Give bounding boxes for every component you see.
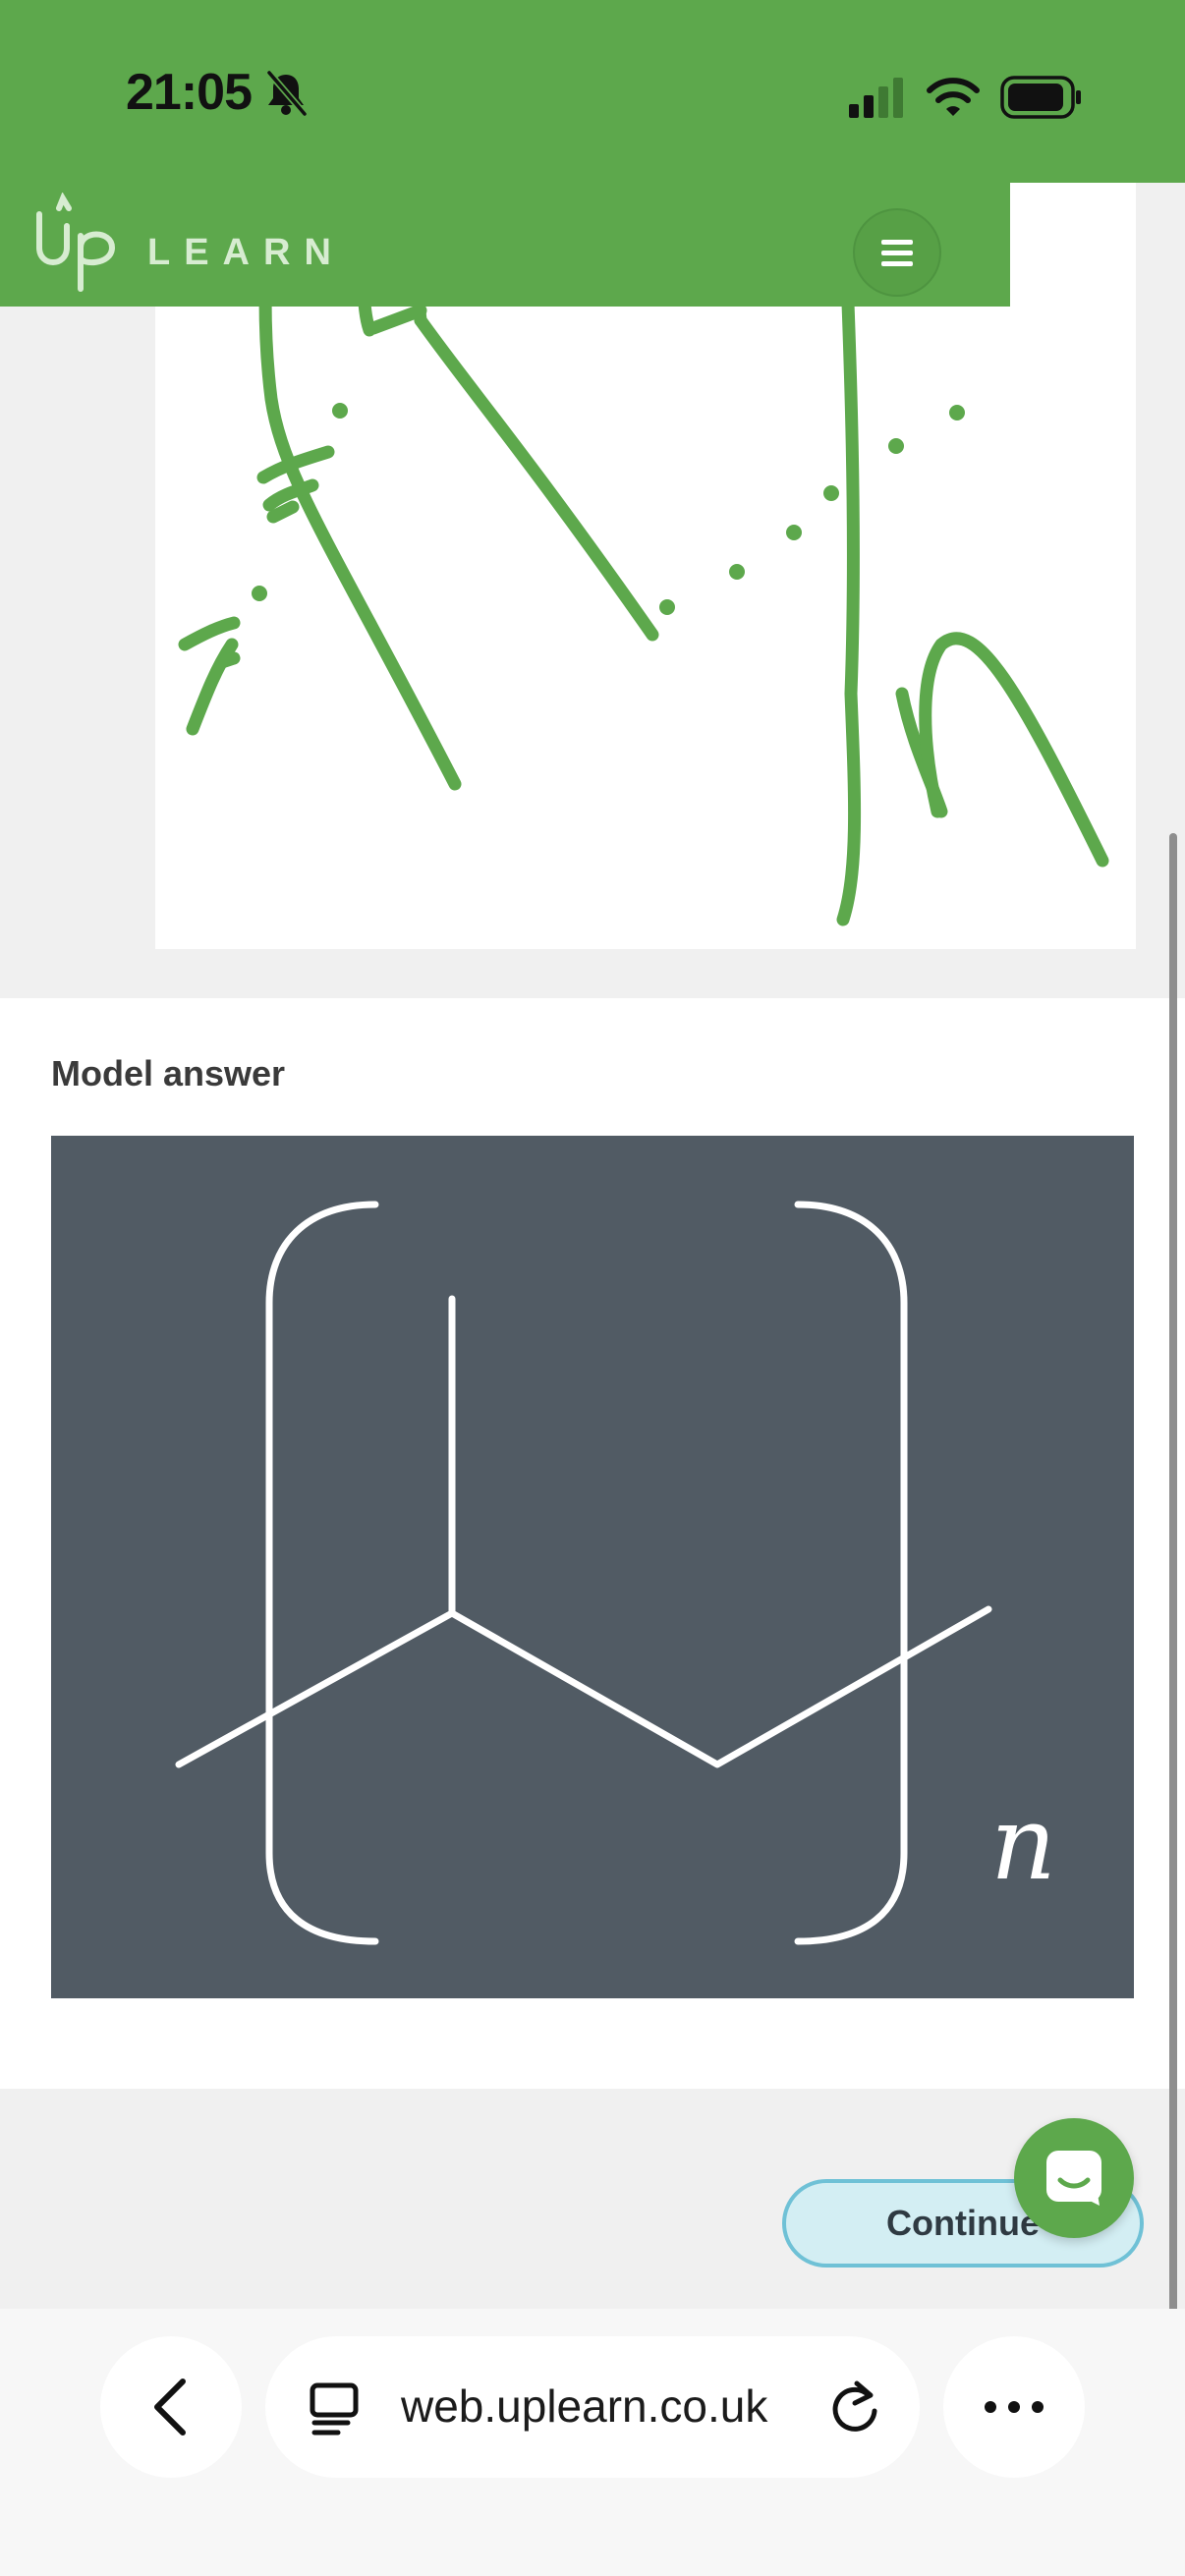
model-answer-image: n bbox=[51, 1136, 1134, 1998]
scrollbar-thumb[interactable] bbox=[1169, 833, 1177, 2385]
logo-text: LEARN bbox=[147, 232, 345, 273]
model-answer-title: Model answer bbox=[51, 1053, 286, 1093]
back-button[interactable] bbox=[100, 2336, 242, 2478]
wifi-icon bbox=[927, 78, 980, 116]
hamburger-menu-icon bbox=[881, 240, 913, 266]
status-time: 21:05 bbox=[126, 64, 253, 121]
more-dots-icon bbox=[985, 2401, 1044, 2413]
hamburger-menu-button[interactable] bbox=[853, 208, 941, 297]
battery-icon bbox=[1000, 76, 1081, 119]
back-chevron-icon bbox=[154, 2379, 186, 2436]
bell-slash-icon bbox=[266, 70, 308, 117]
polymer-skeletal-structure: n bbox=[175, 1201, 1056, 1945]
chat-button[interactable] bbox=[1014, 2118, 1134, 2238]
reload-icon[interactable] bbox=[827, 2378, 882, 2436]
cellular-signal-icon bbox=[849, 78, 903, 118]
more-options-button[interactable] bbox=[943, 2336, 1085, 2478]
chat-bubble-icon bbox=[1046, 2151, 1101, 2206]
url-text[interactable]: web.uplearn.co.uk bbox=[401, 2380, 767, 2433]
tabs-icon[interactable] bbox=[309, 2381, 360, 2436]
repeat-unit-n-label: n bbox=[990, 1783, 1056, 1903]
